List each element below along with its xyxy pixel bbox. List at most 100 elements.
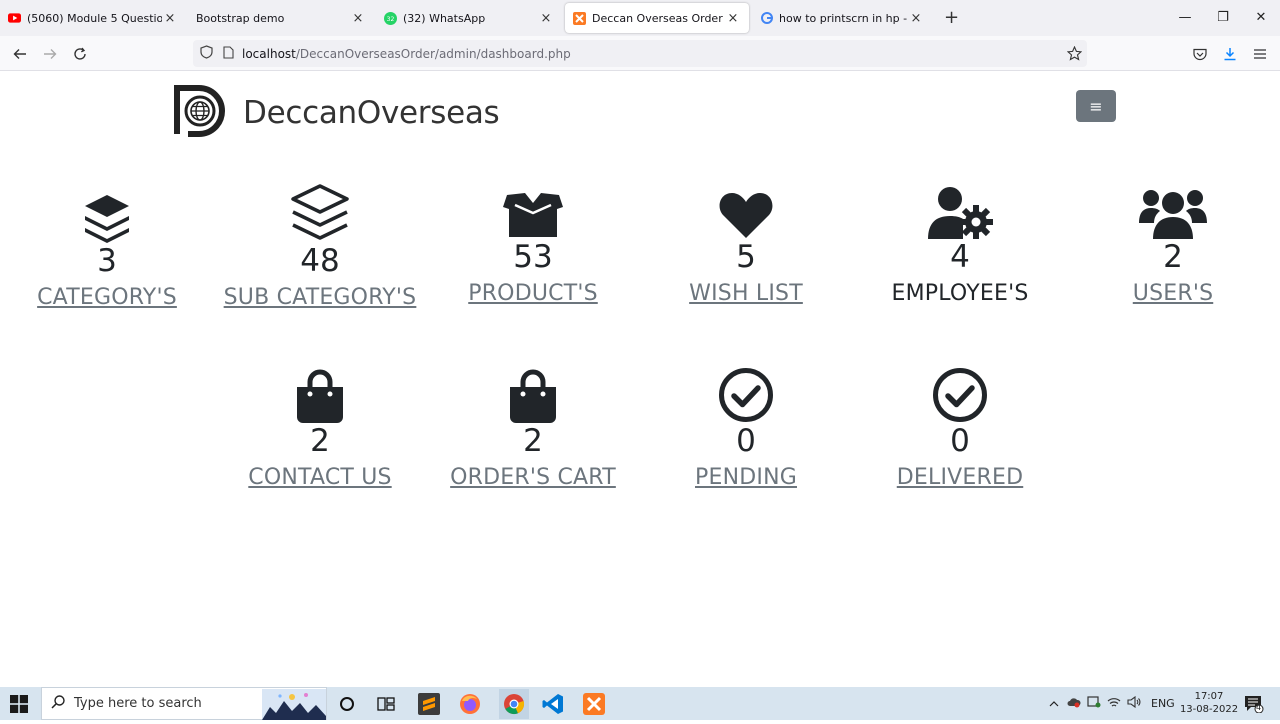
browser-tab[interactable]: Bootstrap demo × xyxy=(188,3,374,33)
action-center-icon[interactable]: 4 xyxy=(1242,692,1266,716)
hamburger-icon: ≡ xyxy=(1089,96,1103,116)
system-tray: ENG xyxy=(1046,687,1175,720)
contact-us-link[interactable]: CONTACT US xyxy=(248,463,391,493)
reload-icon xyxy=(74,47,86,60)
bookmark-star-icon[interactable] xyxy=(1066,45,1083,64)
stat-card-categories: 3 CATEGORY'S xyxy=(2,183,212,313)
close-tab-icon[interactable]: × xyxy=(350,11,366,26)
volume-icon[interactable] xyxy=(1127,695,1141,711)
youtube-icon xyxy=(8,12,21,25)
search-placeholder: Type here to search xyxy=(74,696,202,711)
wish-list-link[interactable]: WISH LIST xyxy=(689,279,803,309)
stat-value: 53 xyxy=(513,239,553,275)
browser-tab[interactable]: 32 (32) WhatsApp × xyxy=(376,3,562,33)
forward-arrow-icon xyxy=(44,49,57,59)
user-gear-icon xyxy=(926,183,994,239)
forward-button[interactable] xyxy=(38,42,62,66)
layers-outline-icon xyxy=(289,183,351,243)
users-link[interactable]: USER'S xyxy=(1133,279,1213,309)
stat-card-contact-us: 2 CONTACT US xyxy=(215,363,425,493)
employees-label: EMPLOYEE'S xyxy=(891,281,1029,306)
wifi-icon[interactable] xyxy=(1107,696,1121,711)
stat-value: 0 xyxy=(950,423,970,459)
cortana-icon[interactable] xyxy=(335,692,359,716)
stat-card-orders-cart: 2 ORDER'S CART xyxy=(428,363,638,493)
tab-title: how to printscrn in hp - Google xyxy=(779,11,908,25)
browser-tab[interactable]: (5060) Module 5 Question - Pali × xyxy=(0,3,186,33)
reload-button[interactable] xyxy=(68,42,92,66)
security-status-icon[interactable] xyxy=(1087,696,1101,711)
browser-tab-active[interactable]: Deccan Overseas Order × xyxy=(565,3,749,33)
stat-value: 3 xyxy=(97,243,117,279)
firefox-icon[interactable] xyxy=(458,692,482,716)
tab-title: Bootstrap demo xyxy=(196,11,285,25)
windows-logo-icon xyxy=(10,695,28,713)
stat-card-employees: 4 EMPLOYEE'S xyxy=(855,183,1065,309)
check-circle-icon xyxy=(932,363,988,423)
stat-value: 2 xyxy=(523,423,543,459)
stat-value: 2 xyxy=(1163,239,1183,275)
tab-title: (5060) Module 5 Question - Pali xyxy=(27,11,162,25)
url-text: localhost/DeccanOverseasOrder/admin/dash… xyxy=(242,47,571,61)
close-tab-icon[interactable]: × xyxy=(725,11,741,26)
sublime-text-icon[interactable] xyxy=(417,692,441,716)
pocket-icon[interactable] xyxy=(1188,42,1212,66)
stat-value: 2 xyxy=(310,423,330,459)
delivered-link[interactable]: DELIVERED xyxy=(897,463,1023,493)
search-icon xyxy=(51,694,65,713)
svg-text:32: 32 xyxy=(387,16,395,23)
browser-tab[interactable]: how to printscrn in hp - Google × xyxy=(752,3,932,33)
downloads-icon[interactable] xyxy=(1218,42,1242,66)
stat-card-wish-list: 5 WISH LIST xyxy=(641,183,851,309)
brand-logo-link[interactable]: DeccanOverseas xyxy=(172,82,500,144)
layers-solid-icon xyxy=(83,183,131,243)
check-circle-icon xyxy=(718,363,774,423)
new-tab-button[interactable]: + xyxy=(944,8,959,28)
browser-tab-bar: (5060) Module 5 Question - Pali × Bootst… xyxy=(0,0,1280,36)
taskbar-clock[interactable]: 17:07 13-08-2022 xyxy=(1178,690,1240,716)
task-view-icon[interactable] xyxy=(374,692,398,716)
close-tab-icon[interactable]: × xyxy=(538,11,554,26)
pending-link[interactable]: PENDING xyxy=(695,463,797,493)
stat-card-products: 53 PRODUCT'S xyxy=(428,183,638,309)
windows-taskbar: Type here to search ENG 17:07 13-08-2022… xyxy=(0,687,1280,720)
products-link[interactable]: PRODUCT'S xyxy=(468,279,598,309)
stat-value: 0 xyxy=(736,423,756,459)
close-tab-icon[interactable]: × xyxy=(162,11,178,26)
address-bar[interactable]: localhost/DeccanOverseasOrder/admin/dash… xyxy=(193,40,1087,67)
taskbar-search-box[interactable]: Type here to search xyxy=(41,687,327,720)
google-icon xyxy=(760,12,773,25)
clock-time: 17:07 xyxy=(1194,691,1224,702)
search-highlight-illustration-icon xyxy=(262,689,326,724)
whatsapp-icon: 32 xyxy=(384,11,397,25)
show-hidden-icons-chevron-icon[interactable] xyxy=(1046,697,1062,710)
url-host: localhost xyxy=(242,46,296,61)
chrome-icon[interactable] xyxy=(499,689,529,719)
stat-card-users: 2 USER'S xyxy=(1068,183,1278,309)
xampp-taskbar-icon[interactable] xyxy=(582,692,606,716)
onedrive-sync-icon[interactable] xyxy=(1067,697,1081,711)
minimize-button[interactable]: — xyxy=(1170,8,1200,28)
url-path: /DeccanOverseasOrder/admin/dashboard.php xyxy=(295,46,571,61)
page-info-icon[interactable] xyxy=(223,45,234,62)
shield-icon[interactable] xyxy=(200,45,213,62)
maximize-button[interactable]: ❐ xyxy=(1208,8,1238,28)
orders-cart-link[interactable]: ORDER'S CART xyxy=(450,463,616,493)
close-window-button[interactable]: ✕ xyxy=(1246,8,1276,28)
navbar-toggler-button[interactable]: ≡ xyxy=(1076,90,1116,122)
stat-card-sub-categories: 48 SUB CATEGORY'S xyxy=(215,183,425,313)
vscode-icon[interactable] xyxy=(541,692,565,716)
deccan-logo-icon xyxy=(172,82,230,144)
categories-link[interactable]: CATEGORY'S xyxy=(37,283,177,313)
sub-categories-link[interactable]: SUB CATEGORY'S xyxy=(224,283,417,313)
close-tab-icon[interactable]: × xyxy=(908,11,924,26)
clock-date: 13-08-2022 xyxy=(1179,704,1239,715)
back-button[interactable] xyxy=(8,42,32,66)
language-indicator[interactable]: ENG xyxy=(1151,697,1175,710)
app-menu-icon[interactable] xyxy=(1248,42,1272,66)
brand-name: DeccanOverseas xyxy=(243,95,500,131)
notification-count: 4 xyxy=(1256,703,1262,712)
windows-start-button[interactable] xyxy=(10,695,28,717)
xampp-icon xyxy=(573,11,586,25)
stat-value: 5 xyxy=(736,239,756,275)
